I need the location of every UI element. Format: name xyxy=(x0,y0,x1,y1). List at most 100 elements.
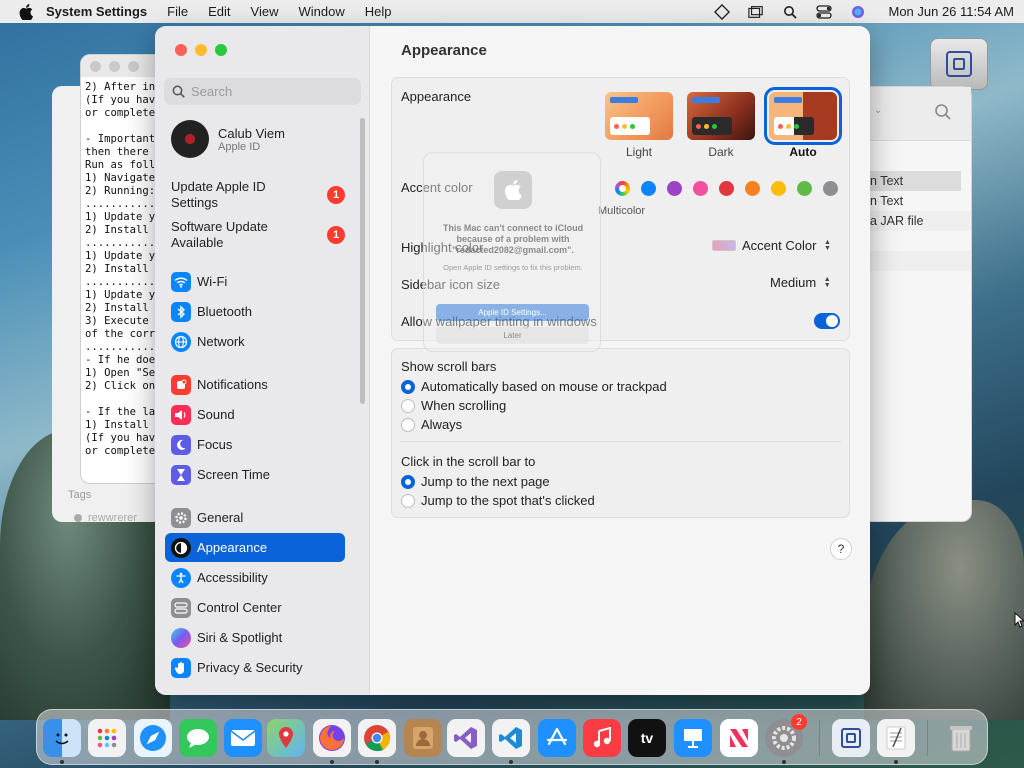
sidebar-item-control-center[interactable]: Control Center xyxy=(165,593,345,622)
menu-edit[interactable]: Edit xyxy=(208,4,230,19)
control-center-icon[interactable] xyxy=(816,4,833,19)
accent-red-swatch[interactable] xyxy=(719,181,734,196)
click-option-next-page[interactable]: Jump to the next page xyxy=(401,474,550,489)
contacts-dock-icon[interactable] xyxy=(404,719,442,757)
finder-tag-item[interactable]: rewwrerer xyxy=(74,512,137,524)
accent-green-swatch[interactable] xyxy=(797,181,812,196)
highlight-color-value: Accent Color xyxy=(742,238,817,253)
later-button[interactable]: Later xyxy=(436,327,589,344)
accent-multicolor-label: Multicolor xyxy=(598,205,646,217)
dialog-subtext: Open Apple ID settings to fix this probl… xyxy=(443,263,583,272)
zoom-window-button[interactable] xyxy=(215,44,227,56)
disk-drive-icon[interactable] xyxy=(930,38,988,90)
theme-dark-label: Dark xyxy=(708,145,734,159)
finder-row-empty xyxy=(870,251,971,271)
sidebar-item-siri-spotlight[interactable]: Siri & Spotlight xyxy=(165,623,345,652)
menu-help[interactable]: Help xyxy=(365,4,392,19)
news-dock-icon[interactable] xyxy=(720,719,758,757)
accent-purple-swatch[interactable] xyxy=(667,181,682,196)
menu-app-name[interactable]: System Settings xyxy=(46,4,147,19)
scroll-bars-panel: Show scroll bars Automatically based on … xyxy=(391,348,850,518)
sidebar-alert-software-update[interactable]: Software Update Available 1 xyxy=(171,219,351,251)
apple-menu-icon[interactable] xyxy=(18,3,34,20)
apple-id-profile[interactable]: Calub Viem Apple ID xyxy=(171,120,285,158)
finder-row[interactable]: a JAR file xyxy=(870,211,971,231)
search-input[interactable] xyxy=(191,84,351,99)
mail-dock-icon[interactable] xyxy=(224,719,262,757)
profile-subtitle: Apple ID xyxy=(218,140,261,153)
minimize-window-button[interactable] xyxy=(195,44,207,56)
alert-label: Update Apple ID Settings xyxy=(171,179,266,210)
accent-multicolor-swatch[interactable] xyxy=(615,181,630,196)
launchpad-dock-icon[interactable] xyxy=(88,719,126,757)
sidebar-item-appearance[interactable]: Appearance xyxy=(165,533,345,562)
accent-pink-swatch[interactable] xyxy=(693,181,708,196)
vscode-dock-icon[interactable] xyxy=(492,719,530,757)
finder-dock-icon[interactable] xyxy=(43,719,81,757)
remote-desktop-dock-icon[interactable] xyxy=(832,719,870,757)
safari-dock-icon[interactable] xyxy=(134,719,172,757)
menu-file[interactable]: File xyxy=(167,4,188,19)
apple-id-settings-button[interactable]: Apple ID Settings... xyxy=(436,304,589,321)
siri-icon[interactable] xyxy=(850,5,866,19)
click-option-spot-clicked[interactable]: Jump to the spot that's clicked xyxy=(401,493,595,508)
textedit-dock-icon[interactable] xyxy=(877,719,915,757)
sidebar-item-general[interactable]: General xyxy=(165,503,345,532)
scroll-option-always[interactable]: Always xyxy=(401,417,462,432)
theme-auto-thumbnail[interactable] xyxy=(764,87,842,145)
trash-dock-icon[interactable] xyxy=(942,719,980,757)
theme-dark-thumbnail[interactable] xyxy=(687,92,755,140)
menu-window[interactable]: Window xyxy=(298,4,344,19)
music-dock-icon[interactable] xyxy=(583,719,621,757)
accent-graphite-swatch[interactable] xyxy=(823,181,838,196)
radio-selected xyxy=(401,474,415,489)
sidebar-item-sound[interactable]: Sound xyxy=(165,400,345,429)
wallpaper-rock-right xyxy=(864,500,1024,720)
sidebar-alert-update-apple-id[interactable]: Update Apple ID Settings 1 xyxy=(171,179,351,211)
accent-yellow-swatch[interactable] xyxy=(771,181,786,196)
sidebar-item-network[interactable]: Network xyxy=(165,327,345,356)
finder-search-icon[interactable] xyxy=(934,103,952,124)
scroll-option-automatic[interactable]: Automatically based on mouse or trackpad xyxy=(401,379,667,394)
accent-orange-swatch[interactable] xyxy=(745,181,760,196)
menubar-clock[interactable]: Mon Jun 26 11:54 AM xyxy=(888,4,1014,19)
running-indicator xyxy=(330,760,334,764)
wallpaper-tint-toggle[interactable] xyxy=(814,313,840,329)
sidebar-item-privacy-security[interactable]: Privacy & Security xyxy=(165,653,345,682)
sidebar-item-focus[interactable]: Focus xyxy=(165,430,345,459)
sidebar-search[interactable] xyxy=(164,78,361,105)
radio-unselected xyxy=(401,398,415,413)
sidebar-item-screen-time[interactable]: Screen Time xyxy=(165,460,345,489)
theme-light-thumbnail[interactable] xyxy=(605,92,673,140)
finder-chevron-icon[interactable]: ⌄ xyxy=(874,105,882,116)
chrome-dock-icon[interactable] xyxy=(358,719,396,757)
finder-row[interactable]: n Text xyxy=(870,171,961,191)
highlight-color-select[interactable]: Accent Color ▲ ▼ xyxy=(712,238,832,253)
alert-badge: 1 xyxy=(327,226,345,244)
scroll-option-when-scrolling[interactable]: When scrolling xyxy=(401,398,506,413)
spotlight-search-icon[interactable] xyxy=(782,5,798,19)
sidebar-item-notifications[interactable]: Notifications xyxy=(165,370,345,399)
sidebar-scrollbar[interactable] xyxy=(360,118,365,404)
finder-row[interactable]: n Text xyxy=(870,191,971,211)
sidebar-item-wifi[interactable]: Wi-Fi xyxy=(165,267,345,296)
messages-dock-icon[interactable] xyxy=(179,719,217,757)
apple-tv-dock-icon[interactable]: tv xyxy=(628,719,666,757)
app-store-dock-icon[interactable] xyxy=(538,719,576,757)
sidebar-icon-size-select[interactable]: Medium ▲ ▼ xyxy=(770,275,832,290)
visual-studio-dock-icon[interactable] xyxy=(447,719,485,757)
sidebar-item-accessibility[interactable]: Accessibility xyxy=(165,563,345,592)
menu-view[interactable]: View xyxy=(251,4,279,19)
windows-status-icon[interactable] xyxy=(748,5,764,19)
running-indicator xyxy=(509,760,513,764)
firefox-dock-icon[interactable] xyxy=(313,719,351,757)
keynote-dock-icon[interactable] xyxy=(674,719,712,757)
diamond-status-icon[interactable] xyxy=(714,3,731,20)
sidebar-item-bluetooth[interactable]: Bluetooth xyxy=(165,297,345,326)
help-button[interactable]: ? xyxy=(830,538,852,560)
maps-dock-icon[interactable] xyxy=(267,719,305,757)
sidebar-item-label: Siri & Spotlight xyxy=(197,630,283,645)
radio-selected xyxy=(401,379,415,394)
close-window-button[interactable] xyxy=(175,44,187,56)
accent-blue-swatch[interactable] xyxy=(641,181,656,196)
